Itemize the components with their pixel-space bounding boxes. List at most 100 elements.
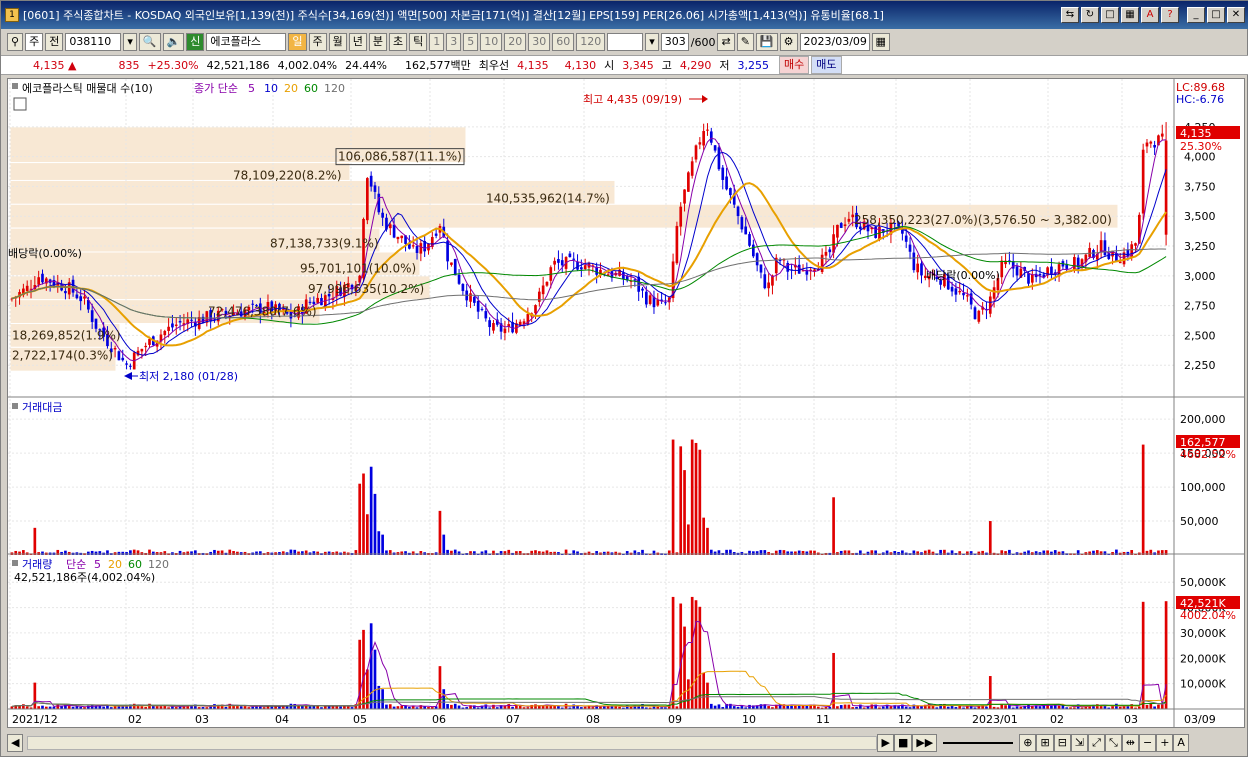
date-input[interactable]: 2023/03/09 [799, 33, 870, 51]
volume-profile-label: 72,476,380(7.6%) [208, 305, 317, 319]
custom-dropdown-icon[interactable]: ▾ [645, 33, 659, 51]
minus-button[interactable]: − [1138, 734, 1157, 752]
price-change-pct: +25.30% [147, 58, 199, 72]
speaker-icon[interactable]: 🔈 [162, 33, 185, 51]
zoom-in-icon[interactable]: ⊕ [1019, 734, 1037, 752]
stop-button[interactable]: ■ [893, 734, 913, 752]
period-year[interactable]: 년 [348, 33, 367, 51]
interval-10[interactable]: 10 [480, 33, 503, 51]
minimize-button[interactable]: _ [1187, 7, 1205, 23]
candle-body [713, 145, 717, 151]
candle-body [94, 318, 98, 329]
window-icon[interactable]: □ [1101, 7, 1119, 23]
stock-code-input[interactable]: 038110 [65, 33, 122, 51]
volume-bar [457, 705, 461, 709]
interval-custom-input[interactable] [607, 33, 644, 51]
price-tick-label: 3,500 [1184, 210, 1216, 223]
candle-body [453, 258, 457, 276]
period-month[interactable]: 월 [328, 33, 347, 51]
hc-label: HC:-6.76 [1176, 93, 1224, 106]
candle-body [736, 206, 740, 217]
grid-icon[interactable]: ▦ [1121, 7, 1139, 23]
code-dropdown-icon[interactable]: ▾ [123, 33, 137, 51]
font-icon[interactable]: A [1141, 7, 1159, 23]
volume-bar [450, 704, 453, 709]
interval-3[interactable]: 3 [446, 33, 462, 51]
maximize-button[interactable]: □ [1207, 7, 1225, 23]
buy-button[interactable]: 매수 [779, 56, 810, 74]
sell-button[interactable]: 매도 [811, 56, 842, 74]
current-pct-label: 25.30% [1180, 140, 1222, 153]
trade-value-bar [683, 470, 686, 555]
period-type-select[interactable]: 주 [25, 33, 44, 51]
zoom-slider[interactable] [943, 742, 1014, 744]
candle-body [1118, 261, 1122, 264]
chart-area[interactable]: 에코플라스틱 매물대 수(10) 종가 단순 5 10 20 60 120 LC… [7, 78, 1245, 728]
settings-icon[interactable]: ⚙ [779, 33, 798, 51]
plus-button[interactable]: + [1156, 734, 1174, 752]
scroll-track[interactable] [27, 736, 878, 750]
arrows-icon[interactable]: ⇲ [1070, 734, 1089, 752]
value-tick-label: 100,000 [1180, 481, 1226, 494]
help-icon[interactable]: ? [1161, 7, 1179, 23]
candle-body [954, 288, 958, 295]
play-button[interactable]: ▶ [877, 734, 894, 752]
candle-body [958, 290, 962, 293]
calendar-icon[interactable]: ▦ [871, 33, 890, 51]
save-icon[interactable]: 💾 [755, 33, 778, 51]
trade-value-bar [121, 551, 125, 555]
new-badge: 신 [186, 33, 205, 51]
table-toggle-icon[interactable] [13, 97, 27, 111]
candle-body [503, 328, 507, 334]
price-tick-label: 2,750 [1184, 300, 1216, 313]
trade-value-bar [362, 473, 365, 555]
interval-120[interactable]: 120 [576, 33, 606, 51]
collapse-icon[interactable]: ⤡ [1104, 734, 1122, 752]
interval-20[interactable]: 20 [504, 33, 527, 51]
candle-body [1160, 133, 1164, 137]
vol-ma5-label: 5 [94, 558, 101, 571]
trade-value-bar [931, 551, 935, 555]
interval-5[interactable]: 5 [463, 33, 479, 51]
interval-30[interactable]: 30 [528, 33, 551, 51]
candle-body [473, 296, 476, 303]
date-tick-label: 03 [195, 713, 209, 726]
zoom-fit-icon[interactable]: ⊞ [1036, 734, 1054, 752]
prev-button[interactable]: 전 [45, 33, 64, 51]
interval-60[interactable]: 60 [552, 33, 575, 51]
pin-icon[interactable]: ⚲ [7, 33, 24, 51]
candle-body [37, 277, 41, 285]
candle-body [740, 217, 744, 230]
trade-value-bar [365, 514, 369, 555]
fast-forward-button[interactable]: ▶▶ [912, 734, 938, 752]
scroll-left-button[interactable]: ◀ [7, 734, 24, 752]
date-axis: 2021/12 02 03 04 05 06 07 08 09 10 11 12 2023/01 02 03 [12, 713, 1138, 726]
zoom-out-icon[interactable]: ⊟ [1053, 734, 1071, 752]
search-icon[interactable]: 🔍 [138, 33, 161, 51]
candle-body [786, 262, 790, 272]
link-icon[interactable]: ⇆ [1061, 7, 1079, 23]
period-day[interactable]: 일 [288, 33, 307, 51]
period-second[interactable]: 초 [389, 33, 408, 51]
period-minute[interactable]: 분 [368, 33, 387, 51]
count-input[interactable]: 303 [660, 33, 689, 51]
auto-button[interactable]: A [1173, 734, 1189, 752]
trade-value-bar [694, 442, 698, 555]
refresh-icon[interactable]: ↻ [1081, 7, 1099, 23]
date-axis-end: 03/09 [1184, 713, 1216, 726]
fit-icon[interactable]: ⇹ [1121, 734, 1139, 752]
panel-marker-icon [12, 83, 18, 89]
trade-value-bar [988, 521, 992, 555]
date-tick-label: 2023/01 [972, 713, 1018, 726]
draw-icon[interactable]: ✎ [736, 33, 754, 51]
interval-1[interactable]: 1 [429, 33, 445, 51]
close-button[interactable]: ✕ [1227, 7, 1245, 23]
period-week[interactable]: 주 [308, 33, 327, 51]
candle-body [461, 284, 465, 292]
volume-bar [1004, 705, 1007, 709]
chart-svg[interactable]: 에코플라스틱 매물대 수(10) 종가 단순 5 10 20 60 120 LC… [8, 79, 1244, 727]
period-tick[interactable]: 틱 [409, 33, 428, 51]
zoom-icon[interactable]: ⇄ [717, 33, 735, 51]
expand-icon[interactable]: ⤢ [1088, 734, 1105, 752]
toolbar: ⚲ 주 전 038110 ▾ 🔍 🔈 신 에코플라스 일 주 월 년 분 초 틱… [1, 31, 1248, 53]
